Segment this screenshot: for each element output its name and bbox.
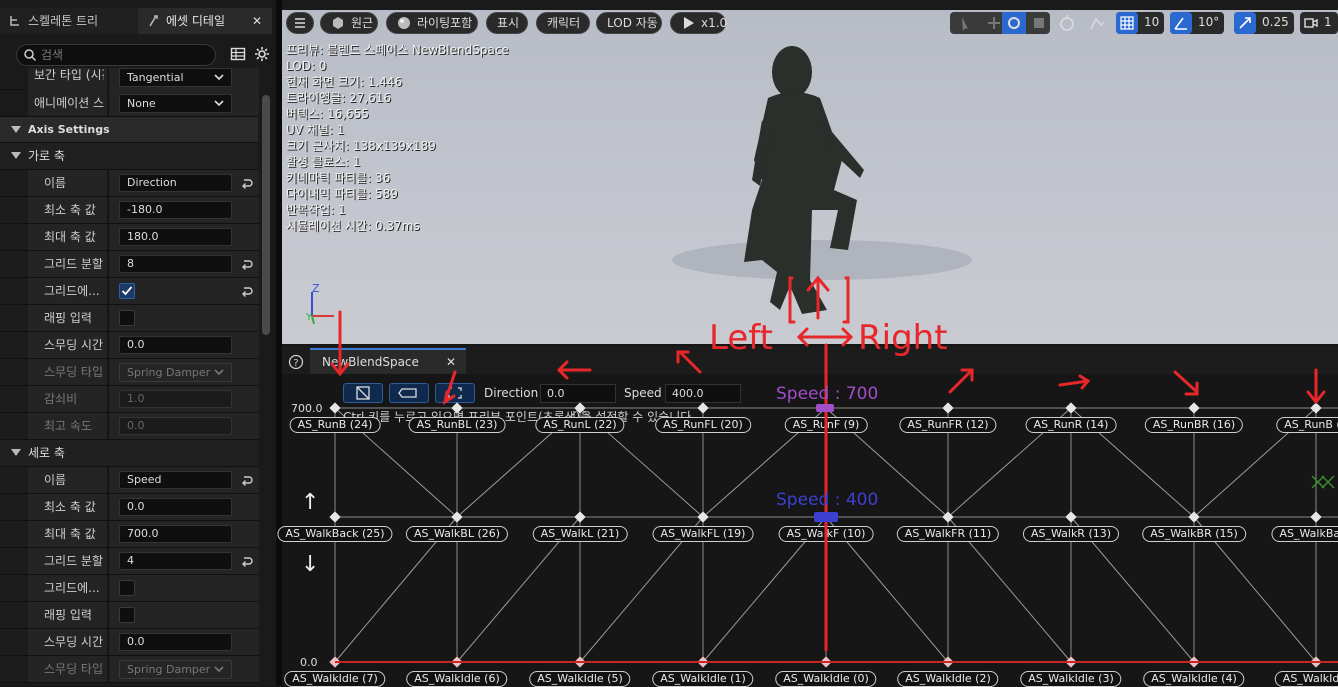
annotation-arrows	[330, 275, 1326, 652]
annotation-overlay	[330, 275, 1338, 663]
preview-point-icon	[1311, 475, 1335, 489]
speed-700-marker	[816, 404, 834, 412]
annotation-right: Right	[858, 318, 948, 358]
speed-400-marker	[814, 512, 838, 522]
annotation-speed-400: Speed : 400	[776, 490, 879, 510]
annotation-left: Left	[709, 318, 773, 358]
annotation-speed-700: Speed : 700	[776, 384, 879, 404]
